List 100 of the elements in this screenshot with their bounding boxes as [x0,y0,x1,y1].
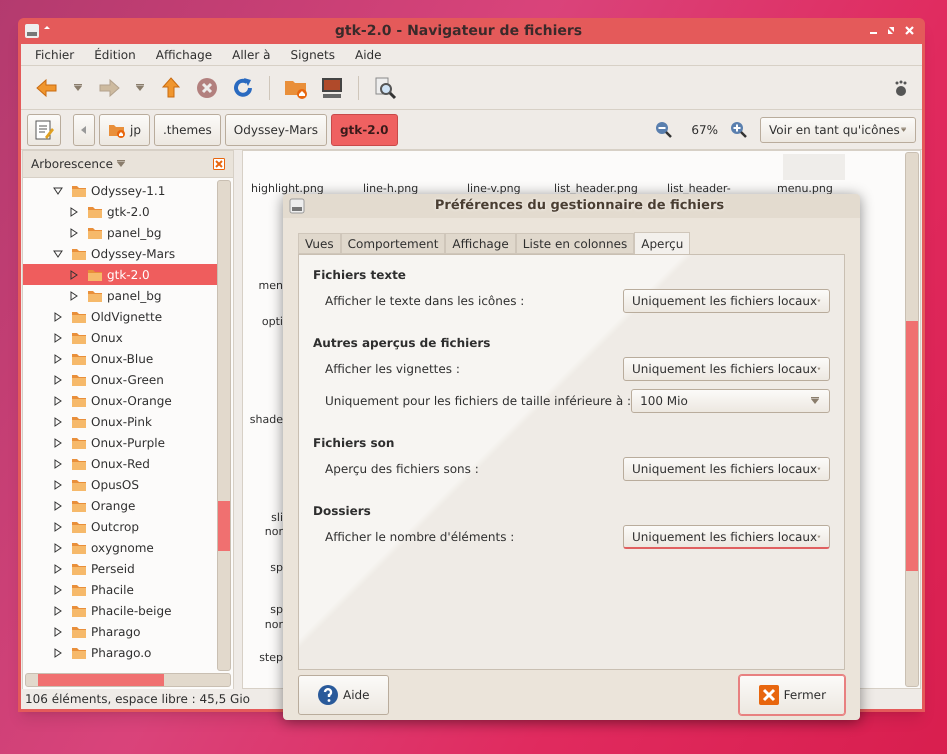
file-label[interactable]: sp [270,560,283,576]
expander-icon[interactable] [53,416,63,426]
file-label[interactable]: highlight.png [251,181,363,198]
tree-item[interactable]: Onux [23,327,217,348]
tab[interactable]: Comportement [340,233,446,254]
window-menu-icon[interactable] [289,198,305,214]
file-label[interactable]: nor [264,524,283,540]
close-button[interactable]: Fermer [738,675,845,715]
scrollbar[interactable] [905,152,919,687]
scrollbar[interactable] [25,673,231,687]
menu-item[interactable]: Aller à [226,46,276,64]
dropdown[interactable]: 100 Mio [631,389,830,413]
tree-item[interactable]: Phacile [23,579,217,600]
tree-item[interactable]: Pharago.o [23,642,217,663]
path-button[interactable]: Odyssey-Mars [224,114,327,146]
tree-item[interactable]: Onux-Pink [23,411,217,432]
file-label[interactable]: opti [262,314,283,330]
scrollbar[interactable] [217,180,231,671]
tree-item[interactable]: Odyssey-Mars [23,243,217,264]
file-label[interactable]: sp [270,602,283,618]
tree-item[interactable]: Onux-Orange [23,390,217,411]
file-label[interactable]: line-h.png [363,181,467,198]
file-label[interactable]: list_header- [667,181,777,198]
edit-location-button[interactable] [27,114,61,146]
tree-item[interactable]: Onux-Red [23,453,217,474]
expander-icon[interactable] [69,206,79,216]
search-icon[interactable] [373,76,397,100]
expander-icon[interactable] [53,480,63,490]
file-label[interactable]: men [258,278,283,294]
reload-icon[interactable] [231,76,255,100]
expander-icon[interactable] [53,438,63,448]
file-label[interactable]: nor [264,617,283,634]
menu-item[interactable]: Fichier [29,46,80,64]
file-label[interactable]: step [259,650,283,666]
expander-icon[interactable] [53,396,63,406]
expander-icon[interactable] [53,542,63,552]
scrollbar-thumb[interactable] [218,501,230,551]
tree-item[interactable]: panel_bg [23,222,217,243]
scrollbar-thumb[interactable] [906,321,918,571]
expander-icon[interactable] [53,332,63,342]
expander-icon[interactable] [53,186,63,196]
tree-item[interactable]: Phacile-beige [23,600,217,621]
tab[interactable]: Affichage [445,233,516,254]
menu-item[interactable]: Aide [349,46,388,64]
menu-item[interactable]: Affichage [150,46,218,64]
tab[interactable]: Liste en colonnes [516,233,634,254]
dropdown[interactable]: Voir en tant qu'icônes [760,116,916,142]
dropdown[interactable]: Uniquement les fichiers locaux [623,289,830,313]
tree-item[interactable]: Onux-Purple [23,432,217,453]
zoom-in-icon[interactable] [730,120,748,138]
expander-icon[interactable] [53,500,63,510]
tree-item[interactable]: OldVignette [23,306,217,327]
tree-item[interactable]: Outcrop [23,516,217,537]
file-label[interactable]: line-v.png [467,181,554,198]
tab[interactable]: Vues [298,233,341,254]
expander-icon[interactable] [53,458,63,468]
expander-icon[interactable] [53,648,63,658]
file-label[interactable]: menu.png [777,181,857,198]
tree-item[interactable]: OpusOS [23,474,217,495]
help-button[interactable]: Aide [298,675,389,715]
expander-icon[interactable] [69,228,79,238]
expander-icon[interactable] [69,290,79,300]
expander-icon[interactable] [53,584,63,594]
file-label[interactable]: sli [271,510,283,526]
expander-icon[interactable] [53,374,63,384]
expander-icon[interactable] [53,564,63,574]
expander-icon[interactable] [53,248,63,258]
tree-item[interactable]: Orange [23,495,217,516]
dropdown[interactable]: Uniquement les fichiers locaux [623,357,830,381]
dropdown[interactable]: Uniquement les fichiers locaux [623,525,830,549]
tree-item[interactable]: panel_bg [23,285,217,306]
expander-icon[interactable] [53,312,63,322]
expander-icon[interactable] [53,626,63,636]
zoom-out-icon[interactable] [655,120,674,138]
expander-icon[interactable] [53,606,63,616]
file-label[interactable]: shade [250,412,283,428]
tree-item[interactable]: gtk-2.0 [23,201,217,222]
tree-item[interactable]: oxygnome [23,537,217,558]
tree-item[interactable]: Odyssey-1.1 [23,180,217,201]
expander-icon[interactable] [53,522,63,532]
computer-icon[interactable] [320,76,344,100]
window-menu-icon[interactable] [23,21,53,41]
dropdown-arrow-icon[interactable] [72,82,84,92]
path-button[interactable]: .themes [154,114,221,146]
up-arrow-icon[interactable] [159,76,183,100]
menu-item[interactable]: Édition [88,46,142,64]
scroll-left-button[interactable] [73,114,95,146]
scrollbar-thumb[interactable] [38,674,164,686]
path-button[interactable]: jp [99,114,150,146]
dropdown-arrow-icon[interactable] [134,82,146,92]
dropdown[interactable]: Uniquement les fichiers locaux [623,457,830,481]
tree-item[interactable]: Pharago [23,621,217,642]
tree-item[interactable]: Perseid [23,558,217,579]
expander-icon[interactable] [53,354,63,364]
tab[interactable]: Aperçu [634,232,690,254]
path-button[interactable]: gtk-2.0 [330,114,398,146]
tree-item[interactable]: Onux-Blue [23,348,217,369]
close-icon[interactable] [213,158,225,170]
file-label[interactable]: list_header.png [554,181,667,198]
menu-item[interactable]: Signets [284,46,342,64]
